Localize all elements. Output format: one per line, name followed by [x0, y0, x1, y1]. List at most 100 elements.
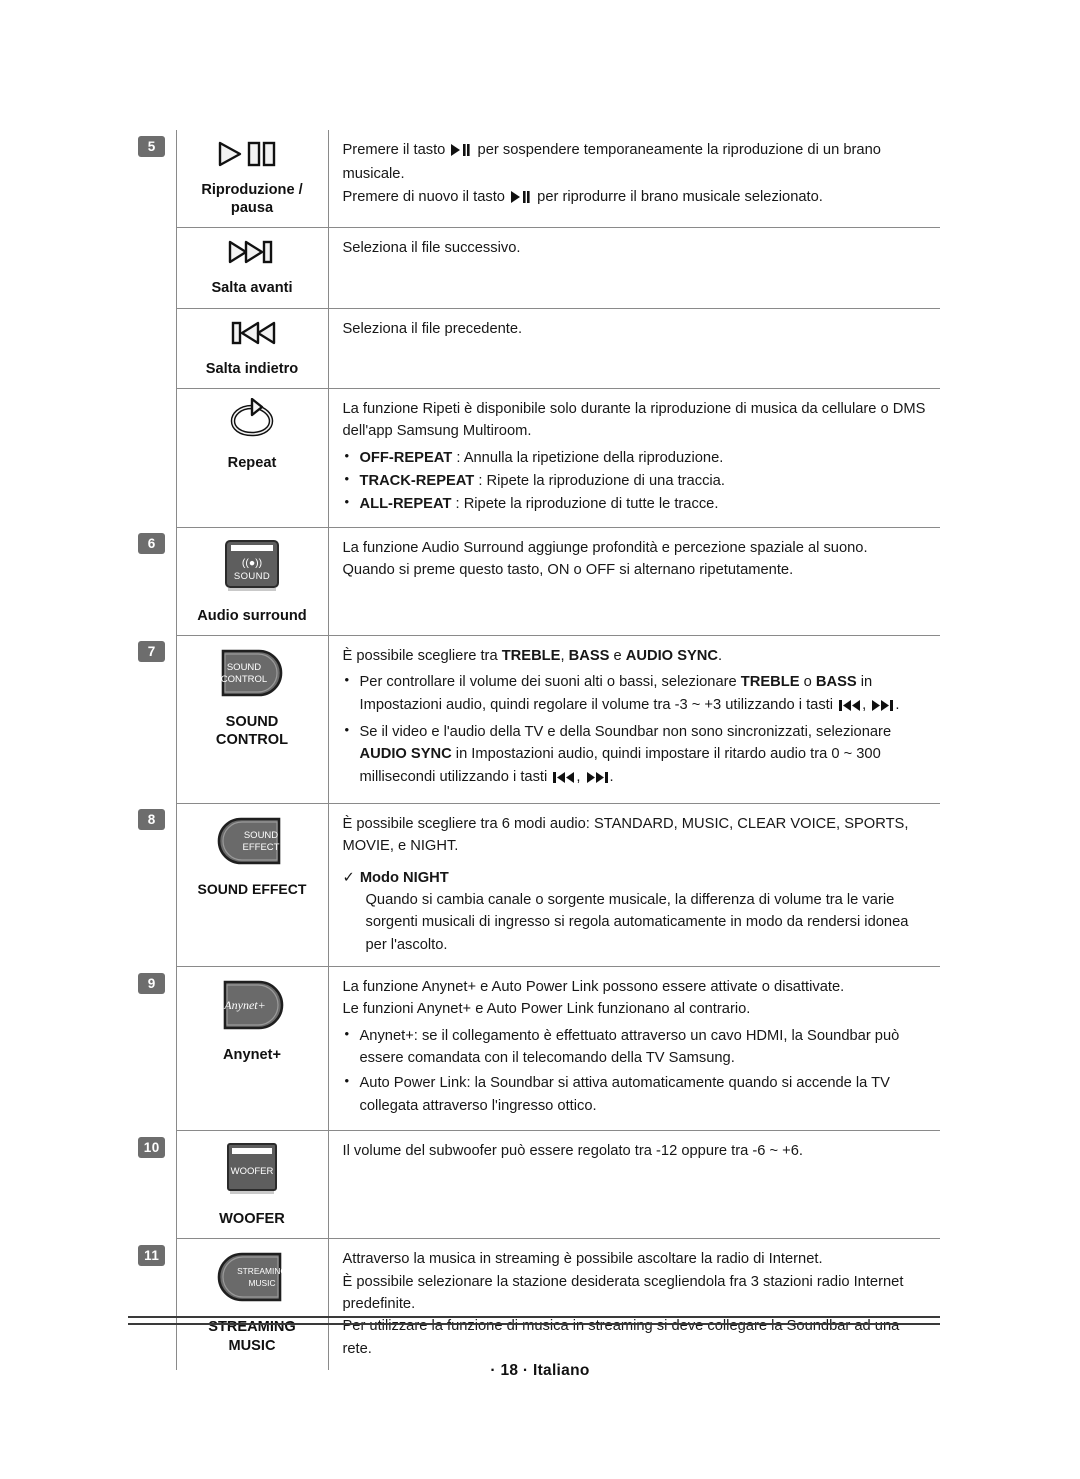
- number-badge: 6: [138, 533, 166, 555]
- skip-forward-inline-icon: [872, 696, 894, 718]
- table-row: 8 SOUND EFFECT SOUND EFFECT È possibile …: [128, 803, 940, 968]
- remote-control-function-table: 5 Riproduzione / pausa Premere il tasto …: [128, 130, 940, 1371]
- row-number-cell: 10: [128, 1131, 176, 1239]
- option-label: ALL-REPEAT: [359, 496, 452, 513]
- svg-text:EFFECT: EFFECT: [243, 842, 280, 853]
- svg-text:SOUND: SOUND: [234, 571, 270, 582]
- option-label: OFF-REPEAT: [359, 449, 453, 466]
- button-caption: Salta indietro: [205, 360, 299, 377]
- option-sep: :: [452, 449, 464, 466]
- desc-text: ,: [862, 696, 867, 713]
- table-row: Repeat La funzione Ripeti è disponibile …: [128, 388, 940, 528]
- desc-text: .: [718, 647, 723, 664]
- button-cell: Salta avanti: [175, 227, 328, 309]
- night-mode-body: Quando si cambia canale o sorgente music…: [365, 891, 909, 953]
- option-sep: :: [474, 472, 487, 489]
- audio-surround-button-icon: ((●)) SOUND: [181, 537, 324, 600]
- table-row: 7 SOUND CONTROL SOUND CONTROL È possibil…: [128, 635, 940, 804]
- option-text: Ripete la riproduzione di una traccia.: [486, 472, 725, 489]
- anynet-button-icon: Anynet+: [181, 976, 324, 1039]
- table-row: 11 STREAMING MUSIC STREAMING MUSIC Attra…: [128, 1238, 940, 1371]
- button-caption: WOOFER: [219, 1211, 285, 1228]
- list-item: Auto Power Link: la Soundbar si attiva a…: [343, 1071, 931, 1117]
- manual-page: 5 Riproduzione / pausa Premere il tasto …: [0, 0, 1080, 1479]
- sound-effect-button-icon: SOUND EFFECT: [181, 813, 324, 874]
- sound-control-list: Per controllare il volume dei suoni alti…: [343, 670, 931, 790]
- button-caption: Anynet+: [223, 1047, 281, 1064]
- list-item: Se il video e l'audio della TV e della S…: [343, 720, 931, 790]
- option-sep: :: [451, 496, 464, 513]
- button-caption: SOUND EFFECT: [197, 880, 307, 897]
- desc-text: o: [799, 674, 816, 691]
- svg-text:CONTROL: CONTROL: [221, 674, 267, 685]
- row-number-cell: [128, 228, 176, 308]
- description-line: Attraverso la musica in streaming è poss…: [342, 1251, 823, 1268]
- list-item: Per controllare il volume dei suoni alti…: [343, 670, 931, 718]
- number-badge: 8: [138, 809, 166, 831]
- number-badge: 10: [138, 1136, 166, 1158]
- button-caption: Repeat: [227, 454, 277, 471]
- desc-text: Se il video e l'audio della TV e della S…: [359, 723, 892, 740]
- description-cell: Seleziona il file precedente.: [327, 308, 940, 389]
- description-line: Le funzioni Anynet+ e Auto Power Link fu…: [342, 1001, 751, 1018]
- repeat-options-list: OFF-REPEAT : Annulla la ripetizione dell…: [343, 446, 931, 516]
- button-caption: SOUND CONTROL: [215, 713, 289, 749]
- description-cell: La funzione Audio Surround aggiunge prof…: [327, 527, 940, 636]
- row-number-cell: [128, 308, 176, 388]
- row-number-cell: [128, 388, 176, 527]
- desc-text: per riprodurre il brano musicale selezio…: [537, 188, 823, 205]
- button-cell: SOUND EFFECT SOUND EFFECT: [175, 803, 328, 968]
- description-intro: È possibile scegliere tra TREBLE, BASS e…: [343, 645, 931, 667]
- description-cell: La funzione Ripeti è disponibile solo du…: [327, 388, 940, 528]
- svg-text:STREAMING: STREAMING: [237, 1266, 287, 1276]
- svg-text:SOUND: SOUND: [227, 662, 261, 673]
- svg-text:MUSIC: MUSIC: [249, 1278, 276, 1288]
- night-mode-heading: ✓ Modo NIGHT: [343, 867, 931, 889]
- skip-backward-inline-icon: [553, 768, 575, 790]
- button-cell: STREAMING MUSIC STREAMING MUSIC: [175, 1238, 328, 1371]
- repeat-icon: [181, 397, 324, 447]
- description-line: Premere il tasto per sospendere temporan…: [343, 139, 931, 163]
- description-cell: Premere il tasto per sospendere temporan…: [327, 130, 940, 229]
- desc-text: e: [609, 647, 626, 664]
- svg-text:Anynet+: Anynet+: [223, 998, 265, 1012]
- button-cell: Anynet+ Anynet+: [175, 966, 328, 1132]
- button-caption: Salta avanti: [211, 280, 293, 297]
- description-line: Quando si preme questo tasto, ON o OFF s…: [342, 562, 794, 578]
- desc-text: Premere di nuovo il tasto: [342, 188, 505, 205]
- table-row: Salta avanti Seleziona il file successiv…: [128, 227, 940, 309]
- list-item: ALL-REPEAT : Ripete la riproduzione di t…: [343, 492, 931, 515]
- row-number-cell: 6: [128, 527, 176, 635]
- button-cell: Salta indietro: [175, 308, 328, 389]
- number-badge: 5: [138, 136, 166, 157]
- list-item: TRACK-REPEAT : Ripete la riproduzione di…: [343, 469, 931, 492]
- svg-text:WOOFER: WOOFER: [231, 1166, 274, 1177]
- check-icon: ✓: [342, 869, 355, 886]
- term-treble: TREBLE: [501, 647, 561, 664]
- term-audio-sync: AUDIO SYNC: [359, 746, 452, 763]
- number-badge: 7: [138, 641, 166, 663]
- term-audio-sync: AUDIO SYNC: [625, 647, 718, 664]
- description-cell: Attraverso la musica in streaming è poss…: [327, 1238, 940, 1371]
- option-text: Ripete la riproduzione di tutte le tracc…: [463, 496, 719, 513]
- desc-text: ,: [560, 647, 569, 664]
- play-pause-icon: [181, 139, 324, 174]
- desc-text: .: [609, 768, 614, 785]
- option-text: Annulla la ripetizione della riproduzion…: [463, 449, 724, 466]
- svg-text:SOUND: SOUND: [244, 830, 278, 841]
- row-number-cell: 9: [128, 967, 176, 1131]
- row-number-cell: 5: [128, 130, 176, 228]
- button-caption: Riproduzione / pausa: [201, 182, 303, 217]
- skip-forward-icon: [181, 237, 324, 272]
- desc-text: per sospendere temporaneamente la riprod…: [477, 142, 881, 158]
- page-footer: · 18 · Italiano: [490, 1362, 590, 1379]
- list-item: Anynet+: se il collegamento è effettuato…: [343, 1024, 931, 1070]
- streaming-music-button-icon: STREAMING MUSIC: [181, 1248, 324, 1311]
- table-row: 9 Anynet+ Anynet+ La funzione Anynet+ e …: [128, 966, 940, 1132]
- sound-control-button-icon: SOUND CONTROL: [181, 645, 324, 706]
- desc-text: È possibile scegliere tra: [342, 647, 502, 664]
- description-line: È possibile scegliere tra 6 modi audio: …: [342, 815, 909, 832]
- description-cell: È possibile scegliere tra TREBLE, BASS e…: [327, 635, 940, 804]
- desc-text: Per controllare il volume dei suoni alti…: [359, 674, 741, 691]
- description-cell: Seleziona il file successivo.: [327, 227, 940, 309]
